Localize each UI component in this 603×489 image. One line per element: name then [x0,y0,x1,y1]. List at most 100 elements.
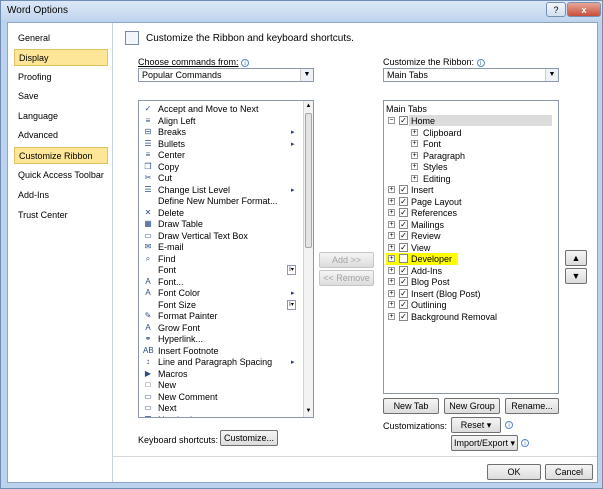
checkbox[interactable]: ✓ [399,219,408,229]
expand-icon[interactable]: + [388,197,395,205]
list-item[interactable]: ≡ Center [139,150,299,161]
expand-icon[interactable]: + [388,186,395,193]
expand-icon[interactable]: + [388,243,395,251]
tree-item[interactable]: + ✓ Background Removal [384,311,556,323]
close-button[interactable]: x [567,2,601,17]
list-item[interactable]: ✕ Delete [139,208,299,219]
expand-icon[interactable]: + [411,151,418,159]
list-item[interactable]: ⚭ Hyperlink... [139,334,299,345]
expand-icon[interactable]: + [388,289,395,297]
scroll-down-icon[interactable]: ▼ [304,406,313,416]
choose-commands-dropdown[interactable]: Popular Commands ▼ [138,68,314,82]
checkbox[interactable] [399,254,408,263]
expand-icon[interactable]: + [411,174,418,182]
list-item[interactable]: ≡ Align Left [139,116,299,127]
list-item[interactable]: ✓ Accept and Move to Next [139,104,299,115]
tree-item[interactable]: + ✓ View [384,242,556,254]
nav-item-trust-center[interactable]: Trust Center [14,207,108,224]
move-up-button[interactable]: ▲ [565,250,587,266]
list-item[interactable]: ❐ Copy [139,162,299,173]
list-item[interactable]: ☰ Change List Level ▸ [139,185,299,196]
tree-item[interactable]: + ✓ Blog Post [384,277,556,288]
expand-icon[interactable]: + [388,255,395,262]
scroll-up-icon[interactable]: ▲ [304,101,313,111]
ribbon-tabs-tree[interactable]: Main Tabs − ✓ Home + Clipboard + Font + Paragrap… [383,100,559,394]
list-item[interactable]: ▦ Draw Table [139,219,299,230]
list-item[interactable]: ✎ Format Painter [139,311,299,322]
tree-item[interactable]: + Developer [384,253,556,265]
customize-ribbon-dropdown[interactable]: Main Tabs ▼ [383,68,559,82]
remove-button[interactable]: << Remove [319,270,374,286]
tree-item[interactable]: + ✓ Review [384,231,556,242]
tree-item[interactable]: + ✓ References [384,208,556,219]
list-item[interactable]: ✂ Cut [139,173,299,184]
nav-item-proofing[interactable]: Proofing [14,69,108,86]
checkbox[interactable]: ✓ [399,277,408,286]
list-item[interactable]: Font Size I▾ [139,299,299,311]
add-button[interactable]: Add >> [319,252,374,268]
list-item[interactable]: ✉ E-mail [139,242,299,253]
expand-icon[interactable]: + [411,140,418,147]
expand-icon[interactable]: + [388,301,395,308]
customize-shortcuts-button[interactable]: Customize... [220,430,278,446]
tree-item[interactable]: + ✓ Insert (Blog Post) [384,288,556,300]
commands-list[interactable]: ✓ Accept and Move to Next ≡ Align Left ⊟ Brea… [138,100,314,418]
list-item[interactable]: ▭ Next [139,403,299,414]
checkbox[interactable]: ✓ [399,185,408,194]
tree-item[interactable]: + ✓ Add-Ins [384,265,556,277]
expand-icon[interactable]: + [411,128,418,136]
list-item[interactable]: Font I▾ [139,265,299,276]
nav-item-add-ins[interactable]: Add-Ins [14,187,108,204]
nav-item-advanced[interactable]: Advanced [14,127,108,144]
rename-button[interactable]: Rename... [505,398,559,414]
new-tab-button[interactable]: New Tab [383,398,439,414]
list-item[interactable]: ☰ Numbering [139,415,299,418]
checkbox[interactable]: ✓ [399,288,408,298]
collapse-icon[interactable]: − [388,117,395,124]
nav-item-general[interactable]: General [14,30,108,47]
new-group-button[interactable]: New Group [444,398,500,414]
tree-item[interactable]: + Editing [384,174,556,185]
help-button[interactable]: ? [546,2,566,17]
expand-icon[interactable]: + [388,278,395,285]
nav-item-language[interactable]: Language [14,108,108,125]
nav-item-display[interactable]: Display [14,49,108,66]
expand-icon[interactable]: + [411,163,418,170]
list-item[interactable]: ▭ New Comment [139,392,299,403]
checkbox[interactable]: ✓ [399,116,408,125]
list-item[interactable]: ⌕ Find [139,254,299,265]
tree-item[interactable]: + ✓ Page Layout [384,196,556,208]
tree-item[interactable]: + Clipboard [384,128,556,139]
commands-scrollbar[interactable]: ▲ ▼ [303,101,313,417]
checkbox[interactable]: ✓ [399,208,408,217]
nav-item-customize-ribbon[interactable]: Customize Ribbon [14,147,108,164]
tree-item[interactable]: + ✓ Insert [384,185,556,196]
tree-item[interactable]: + Paragraph [384,151,556,162]
list-item[interactable]: ☰ Bullets ▸ [139,139,299,150]
list-item[interactable]: ▶ Macros [139,369,299,380]
tree-item[interactable]: − ✓ Home [384,115,556,127]
tree-item[interactable]: + ✓ Outlining [384,300,556,311]
import-export-button[interactable]: Import/Export ▾ [451,435,518,451]
list-item[interactable]: □ New [139,380,299,391]
checkbox[interactable]: ✓ [399,196,408,206]
list-item[interactable]: A Font... [139,277,299,288]
nav-item-quick-access-toolbar[interactable]: Quick Access Toolbar [14,167,108,184]
expand-icon[interactable]: + [388,312,395,320]
ok-button[interactable]: OK [487,464,541,480]
checkbox[interactable]: ✓ [399,242,408,252]
move-down-button[interactable]: ▼ [565,268,587,284]
checkbox[interactable]: ✓ [399,265,408,275]
tree-item[interactable]: + Font [384,139,556,150]
expand-icon[interactable]: + [388,209,395,216]
reset-button[interactable]: Reset ▾ [451,417,501,433]
checkbox[interactable]: ✓ [399,311,408,321]
list-item[interactable]: Define New Number Format... [139,196,299,207]
list-item[interactable]: ▭ Draw Vertical Text Box [139,231,299,242]
expand-icon[interactable]: + [388,266,395,274]
cancel-button[interactable]: Cancel [545,464,593,480]
checkbox[interactable]: ✓ [399,300,408,309]
list-item[interactable]: A Grow Font [139,323,299,334]
list-item[interactable]: AB Insert Footnote [139,346,299,357]
expand-icon[interactable]: + [388,220,395,228]
